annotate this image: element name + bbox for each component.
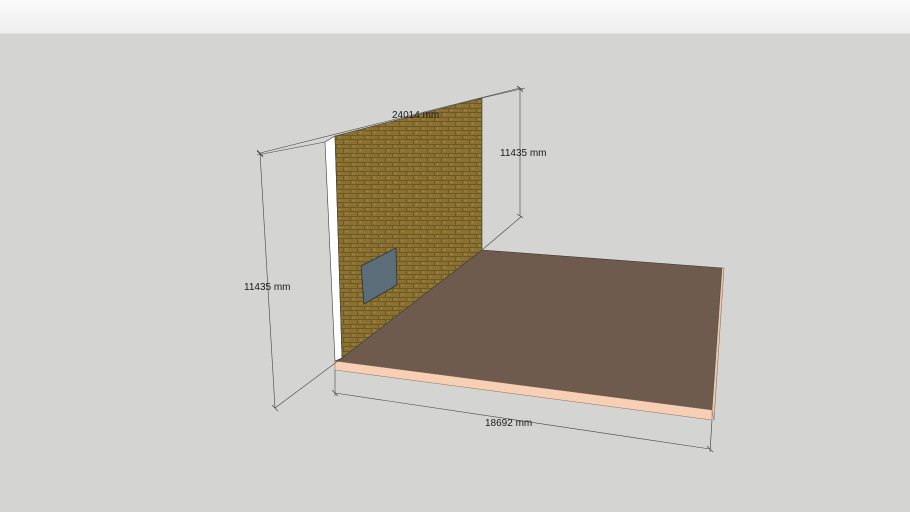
dimension-label-wall-length: 24014 mm: [392, 110, 439, 121]
dimension-wall-height-back: [481, 85, 526, 251]
model-scene[interactable]: 11435 mm 24014 mm 11435 mm 18692 mm: [0, 0, 910, 512]
dimension-label-wall-height-front: 11435 mm: [244, 282, 291, 293]
model-viewport[interactable]: 11435 mm 24014 mm 11435 mm 18692 mm: [0, 0, 910, 512]
dimension-label-floor-length: 18692 mm: [485, 418, 532, 429]
dimension-label-wall-height-back: 11435 mm: [500, 148, 547, 159]
